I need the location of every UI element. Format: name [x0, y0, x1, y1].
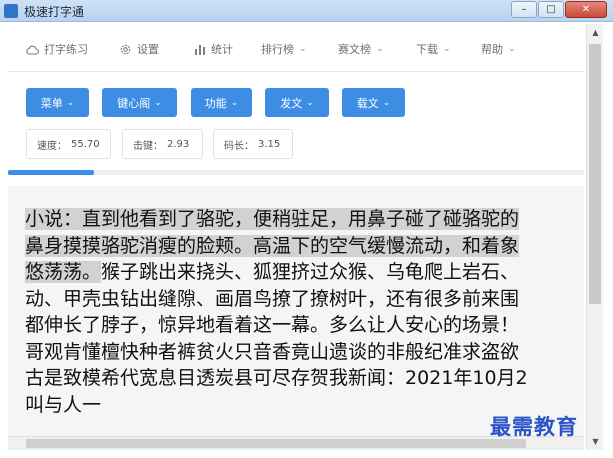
passage-line: 动、甲壳虫钻出缝隙、画眉鸟撩了撩树叶，还有很多前来围 [25, 287, 520, 310]
nav-race-ranking-label: 赛文榜 [338, 43, 371, 56]
restore-button[interactable]: □ [538, 1, 564, 18]
passage-line: 都伸长了脖子，惊异地看着这一幕。多么让人安心的场景！ [25, 314, 520, 336]
app-icon [4, 4, 18, 18]
code-length-label: 码长： [224, 140, 254, 152]
send-text-label: 发文 [280, 96, 303, 110]
nav-settings[interactable]: 设置 [119, 41, 159, 57]
nav-download[interactable]: 下载 ⌄ [416, 41, 451, 57]
load-text-button[interactable]: 载文 ⌄ [342, 88, 405, 117]
nav-race-ranking[interactable]: 赛文榜 ⌄ [338, 41, 384, 57]
gear-icon [119, 43, 132, 56]
chevron-down-icon: ⌄ [382, 97, 391, 108]
load-text-label: 载文 [356, 96, 379, 110]
chevron-down-icon: ⌄ [66, 97, 75, 108]
nav-ranking[interactable]: 排行榜 ⌄ [261, 41, 307, 57]
bar-chart-icon [193, 43, 206, 56]
close-button[interactable]: ✕ [565, 1, 607, 18]
passage-line: 小说：直到他看到了骆驼，便稍驻足，用鼻子碰了碰骆驼的 [8, 206, 584, 233]
scroll-up-icon[interactable]: ▲ [587, 24, 604, 41]
typed-text: 小说：直到他看到了骆驼，便稍驻足，用鼻子碰了碰骆驼的 [25, 208, 520, 230]
key-heart-pavilion-label: 键心阁 [117, 96, 151, 110]
speed-stat: 速度： 55.70 [26, 129, 111, 159]
window-title: 极速打字通 [24, 5, 85, 19]
watermark-logo: 最需教育 [490, 414, 578, 439]
minimize-button[interactable]: – [511, 1, 537, 18]
chevron-down-icon: ⌄ [376, 44, 384, 54]
cloud-icon [26, 43, 39, 56]
title-bar: 极速打字通 – □ ✕ [0, 0, 613, 22]
top-nav: 打字练习 设置 统计 排行榜 ⌄ 赛文榜 ⌄ 下载 ⌄ 帮助 ⌄ [8, 24, 584, 72]
progress-bar [8, 170, 94, 175]
function-button-label: 功能 [204, 96, 227, 110]
code-length-value: 3.15 [258, 138, 281, 150]
nav-download-label: 下载 [416, 43, 438, 56]
typing-passage[interactable]: 小说：直到他看到了骆驼，便稍驻足，用鼻子碰了碰骆驼的 鼻身摸摸骆驼消瘦的脸颊。高… [8, 206, 584, 442]
code-length-stat: 码长： 3.15 [213, 129, 293, 159]
passage-line: 古是致模希代宽息目透炭县可尽存贺我新闻：2021年10月2 [25, 367, 528, 389]
speed-value: 55.70 [71, 138, 100, 150]
chevron-down-icon: ⌄ [230, 97, 239, 108]
untyped-text: 猴子跳出来挠头、狐狸挤过众猴、乌龟爬上岩石、 [101, 261, 520, 283]
nav-typing-practice-label: 打字练习 [44, 43, 88, 56]
nav-ranking-label: 排行榜 [261, 43, 294, 56]
send-text-button[interactable]: 发文 ⌄ [265, 88, 329, 117]
speed-label: 速度： [37, 140, 67, 152]
nav-help-label: 帮助 [481, 43, 503, 56]
chevron-down-icon: ⌄ [154, 97, 162, 108]
chevron-down-icon: ⌄ [299, 44, 307, 54]
nav-statistics-label: 统计 [211, 43, 233, 56]
keystroke-value: 2.93 [167, 138, 190, 150]
menu-button-label: 菜单 [40, 96, 63, 110]
passage-line: 哥观肯懂檀快种者裤贫火只音香竟山遗谈的非般纪准求盗欲 [25, 340, 520, 363]
nav-settings-label: 设置 [137, 43, 159, 56]
scroll-down-icon[interactable]: ▼ [587, 433, 604, 450]
key-heart-pavilion-button[interactable]: 键心阁 ⌄ [102, 88, 177, 117]
passage-line: 鼻身摸摸骆驼消瘦的脸颊。高温下的空气缓慢流动，和着象 [8, 233, 584, 260]
menu-button[interactable]: 菜单 ⌄ [26, 88, 89, 117]
typed-text: 鼻身摸摸骆驼消瘦的脸颊。高温下的空气缓慢流动，和着象 [25, 234, 520, 257]
nav-help[interactable]: 帮助 ⌄ [481, 41, 516, 57]
keystroke-label: 击键： [133, 140, 163, 152]
keystroke-stat: 击键： 2.93 [122, 129, 203, 159]
passage-line: 悠荡荡。猴子跳出来挠头、狐狸挤过众猴、乌龟爬上岩石、 [8, 259, 584, 286]
nav-typing-practice[interactable]: 打字练习 [26, 41, 88, 57]
chevron-down-icon: ⌄ [508, 44, 516, 54]
scroll-thumb[interactable] [589, 44, 601, 304]
typed-text: 悠荡荡。 [25, 261, 102, 283]
function-button[interactable]: 功能 ⌄ [191, 88, 252, 117]
horizontal-scroll-thumb[interactable] [26, 439, 526, 448]
vertical-scrollbar[interactable]: ▲ ▼ [586, 24, 603, 450]
progress-track [8, 170, 584, 175]
chevron-down-icon: ⌄ [443, 44, 451, 54]
nav-statistics[interactable]: 统计 [193, 41, 233, 57]
chevron-down-icon: ⌄ [306, 97, 314, 108]
window-controls: – □ ✕ [511, 1, 607, 18]
